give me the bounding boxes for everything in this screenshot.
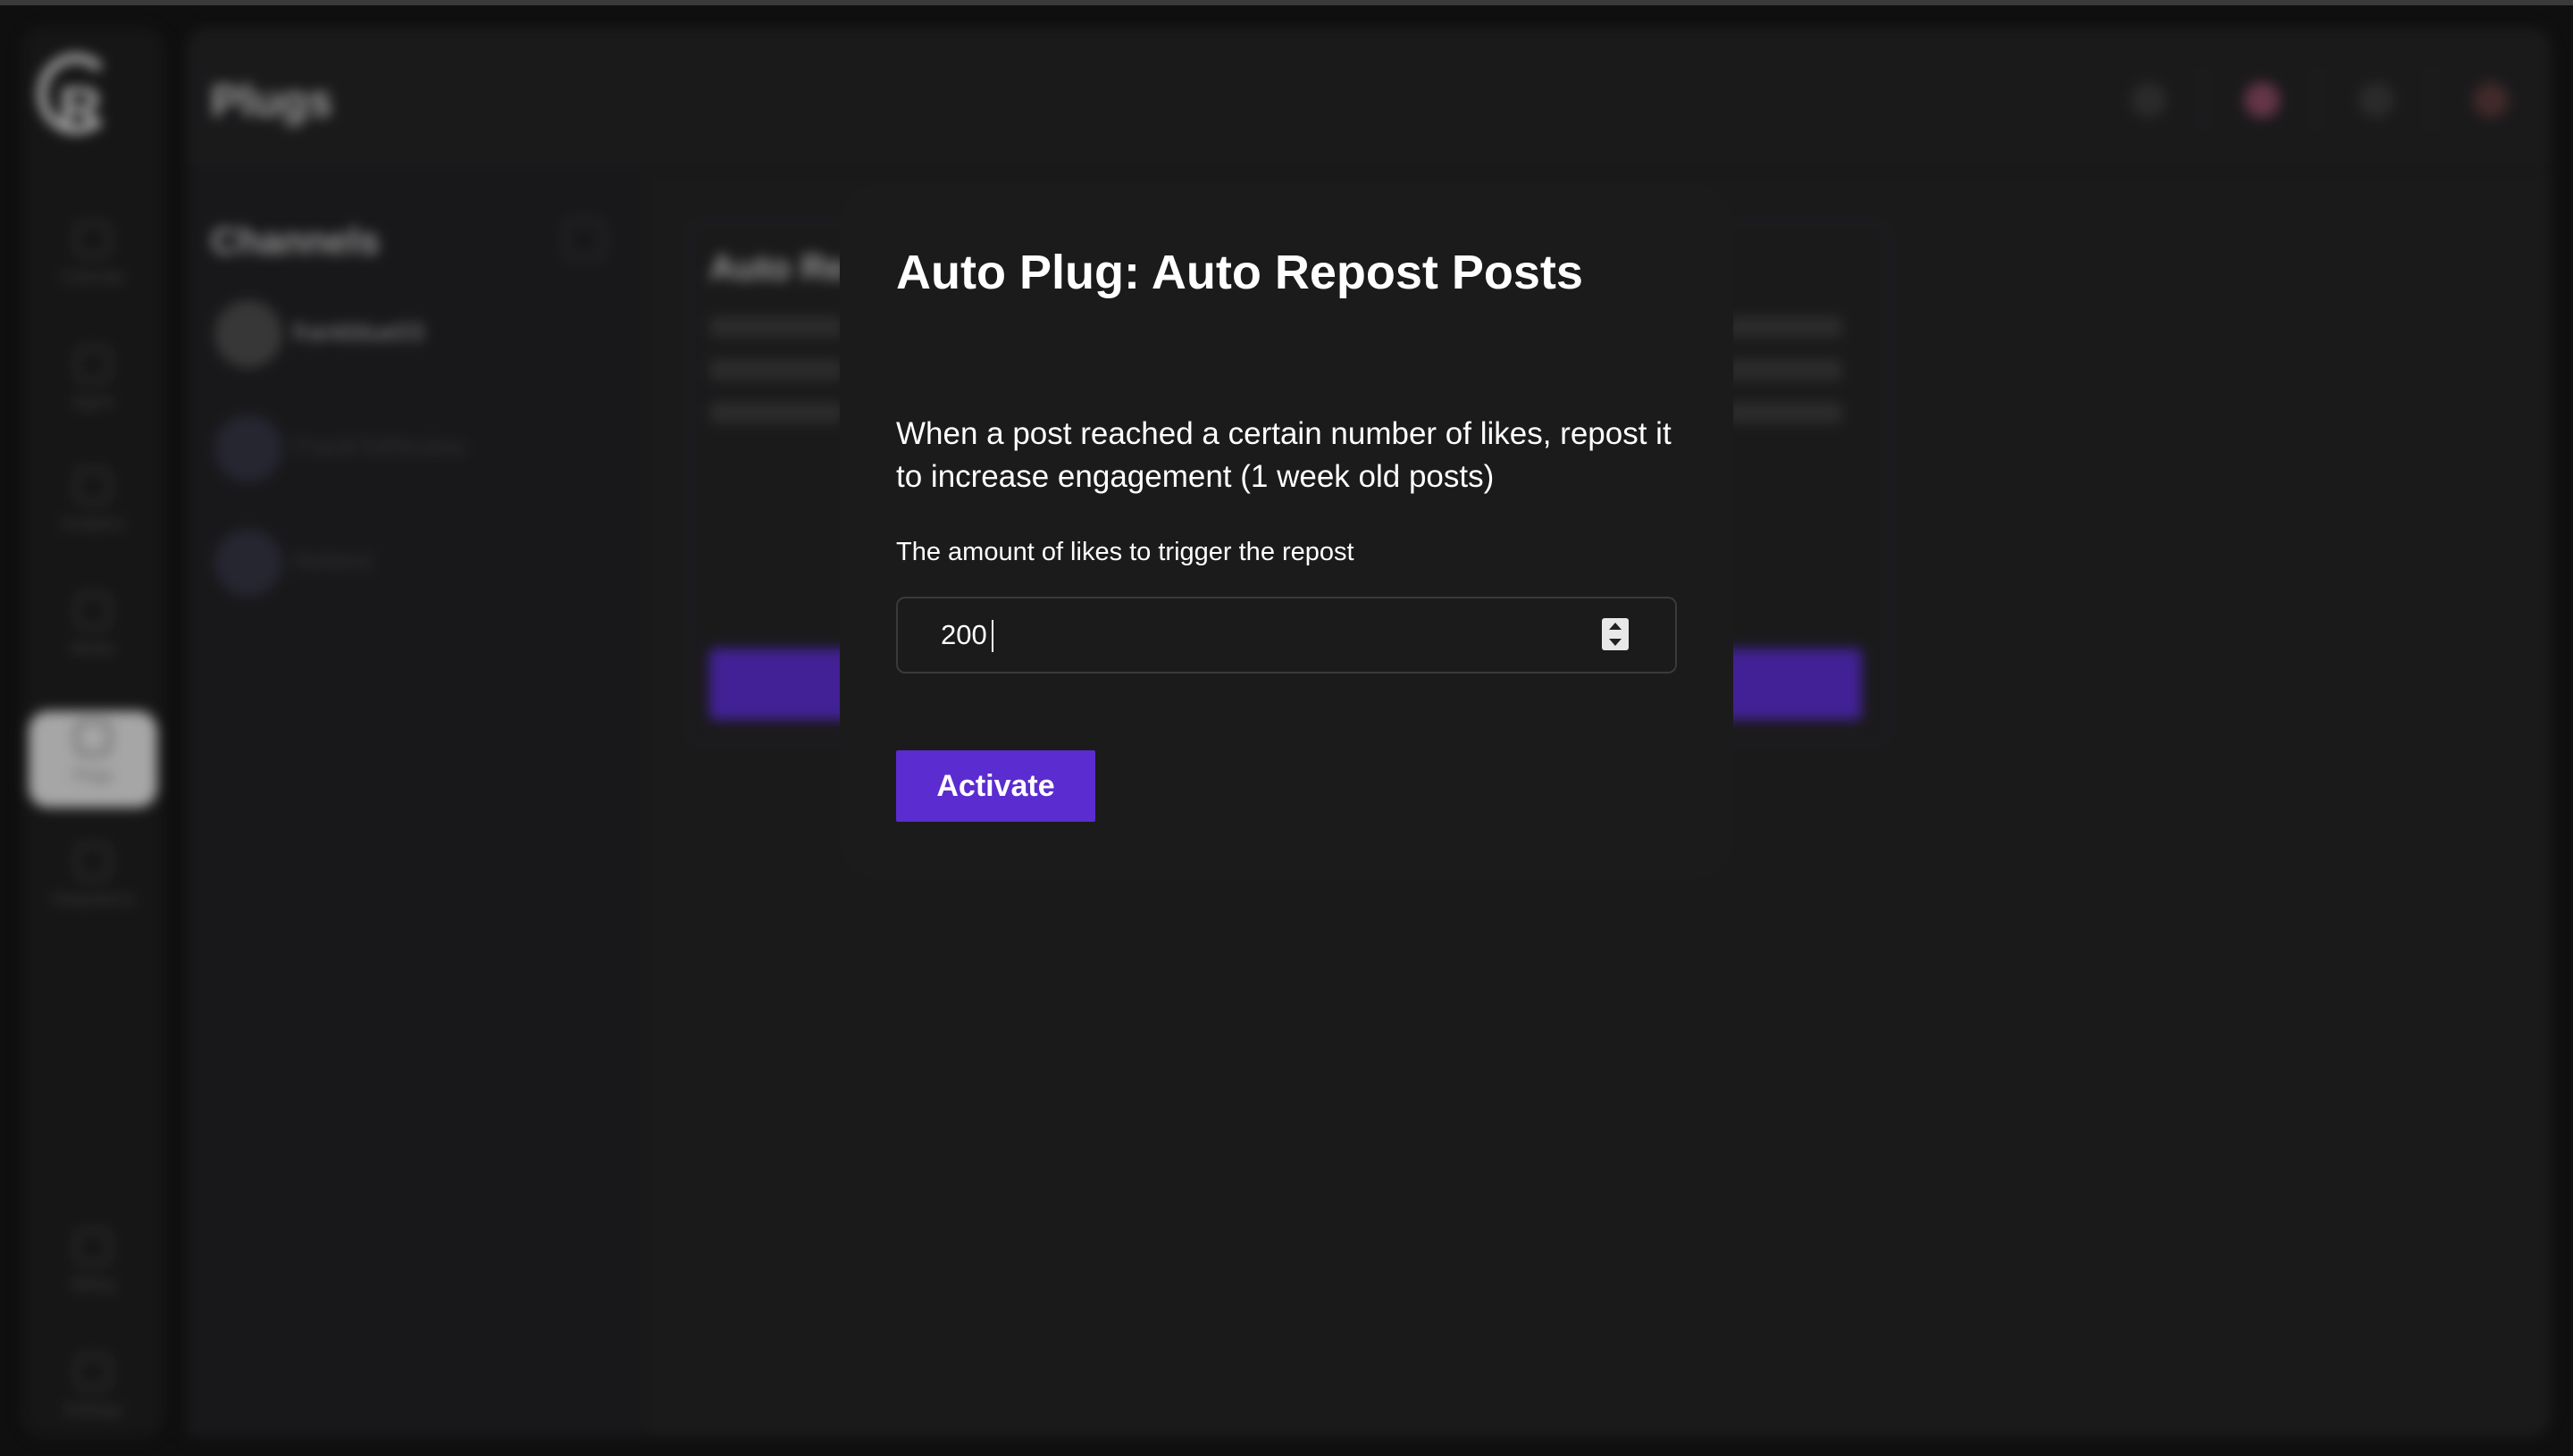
stepper-up-icon[interactable] bbox=[1609, 623, 1622, 630]
modal-title: Auto Plug: Auto Repost Posts bbox=[896, 246, 1583, 299]
activate-button[interactable]: Activate bbox=[896, 750, 1095, 822]
number-stepper[interactable] bbox=[1602, 618, 1629, 650]
likes-input[interactable] bbox=[898, 598, 1577, 672]
auto-plug-modal: Auto Plug: Auto Repost Posts When a post… bbox=[840, 184, 1733, 879]
likes-field-label: The amount of likes to trigger the repos… bbox=[896, 538, 1354, 566]
likes-number-field[interactable] bbox=[896, 597, 1677, 674]
text-caret bbox=[992, 620, 993, 652]
modal-description: When a post reached a certain number of … bbox=[896, 416, 1672, 494]
stepper-down-icon[interactable] bbox=[1609, 639, 1622, 646]
